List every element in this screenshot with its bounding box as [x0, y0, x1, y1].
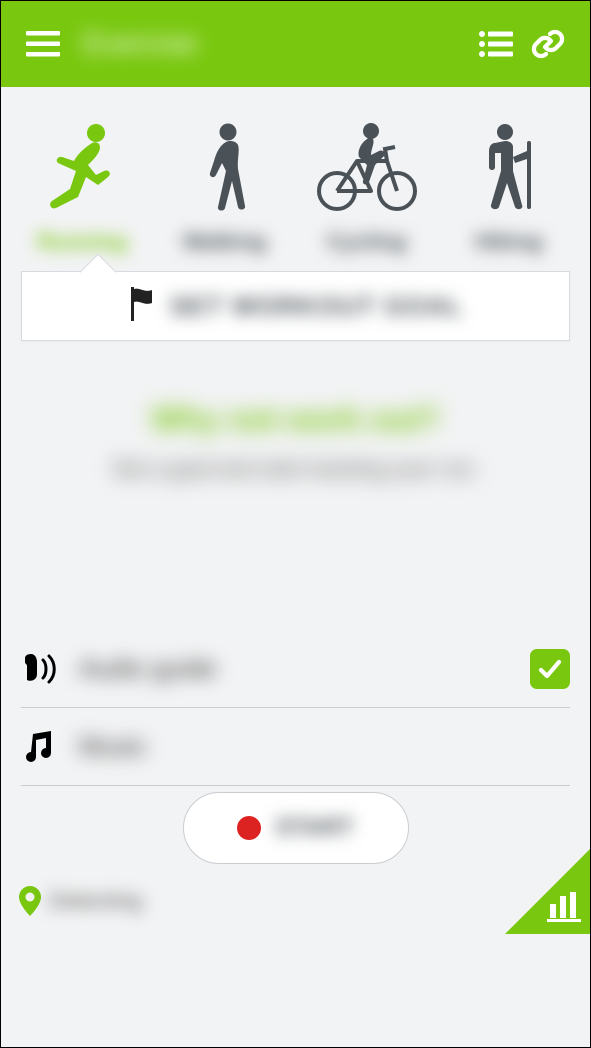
- options-list: Audio guide Music: [1, 630, 590, 786]
- list-button[interactable]: [474, 22, 518, 66]
- motivation-sub: Set a goal and start tracking your run.: [31, 456, 560, 482]
- flag-icon: [128, 287, 154, 326]
- activity-running[interactable]: Running: [11, 125, 153, 255]
- set-workout-goal-button[interactable]: SET WORKOUT GOAL: [21, 271, 570, 341]
- menu-button[interactable]: [21, 22, 65, 66]
- music-icon: [21, 730, 69, 764]
- hiking-icon: [477, 125, 541, 211]
- gps-status: Detecting: [19, 886, 142, 916]
- activity-cycling[interactable]: Cycling: [296, 125, 438, 255]
- start-button[interactable]: START: [183, 792, 409, 864]
- activity-label: Running: [38, 229, 127, 255]
- link-button[interactable]: [526, 22, 570, 66]
- goal-wrap: SET WORKOUT GOAL: [1, 271, 590, 341]
- start-button-label: START: [275, 814, 353, 842]
- page-title: Exercise: [83, 27, 198, 61]
- list-icon: [479, 31, 513, 57]
- running-icon: [42, 125, 122, 211]
- activity-walking[interactable]: Walking: [153, 125, 295, 255]
- audio-guide-icon: [21, 652, 69, 686]
- hamburger-icon: [26, 31, 60, 57]
- record-dot-icon: [237, 816, 261, 840]
- activity-selector: Running Walking: [1, 125, 590, 271]
- option-label: Music: [79, 731, 147, 762]
- bar-chart-icon: [547, 892, 581, 927]
- activity-hiking[interactable]: Hiking: [438, 125, 580, 255]
- app-root: Exercise: [0, 0, 591, 1048]
- gps-status-label: Detecting: [49, 888, 142, 914]
- motivation-heading: Why not work out?: [31, 401, 560, 438]
- option-audio-guide[interactable]: Audio guide: [21, 630, 570, 708]
- body: Running Walking: [1, 87, 590, 1047]
- header-bar: Exercise: [1, 1, 590, 87]
- goal-button-label: SET WORKOUT GOAL: [170, 291, 463, 322]
- footer: START Detecting: [1, 786, 590, 934]
- activity-label: Hiking: [475, 229, 542, 255]
- walking-icon: [196, 125, 252, 211]
- checkmark-icon: [537, 656, 563, 682]
- motivation-message: Why not work out? Set a goal and start t…: [1, 401, 590, 482]
- audio-guide-checkbox[interactable]: [530, 649, 570, 689]
- option-label: Audio guide: [79, 653, 216, 684]
- location-pin-icon: [19, 886, 41, 916]
- activity-label: Walking: [183, 229, 267, 255]
- option-music[interactable]: Music: [21, 708, 570, 786]
- activity-label: Cycling: [327, 229, 406, 255]
- link-icon: [531, 27, 565, 61]
- cycling-icon: [315, 125, 419, 211]
